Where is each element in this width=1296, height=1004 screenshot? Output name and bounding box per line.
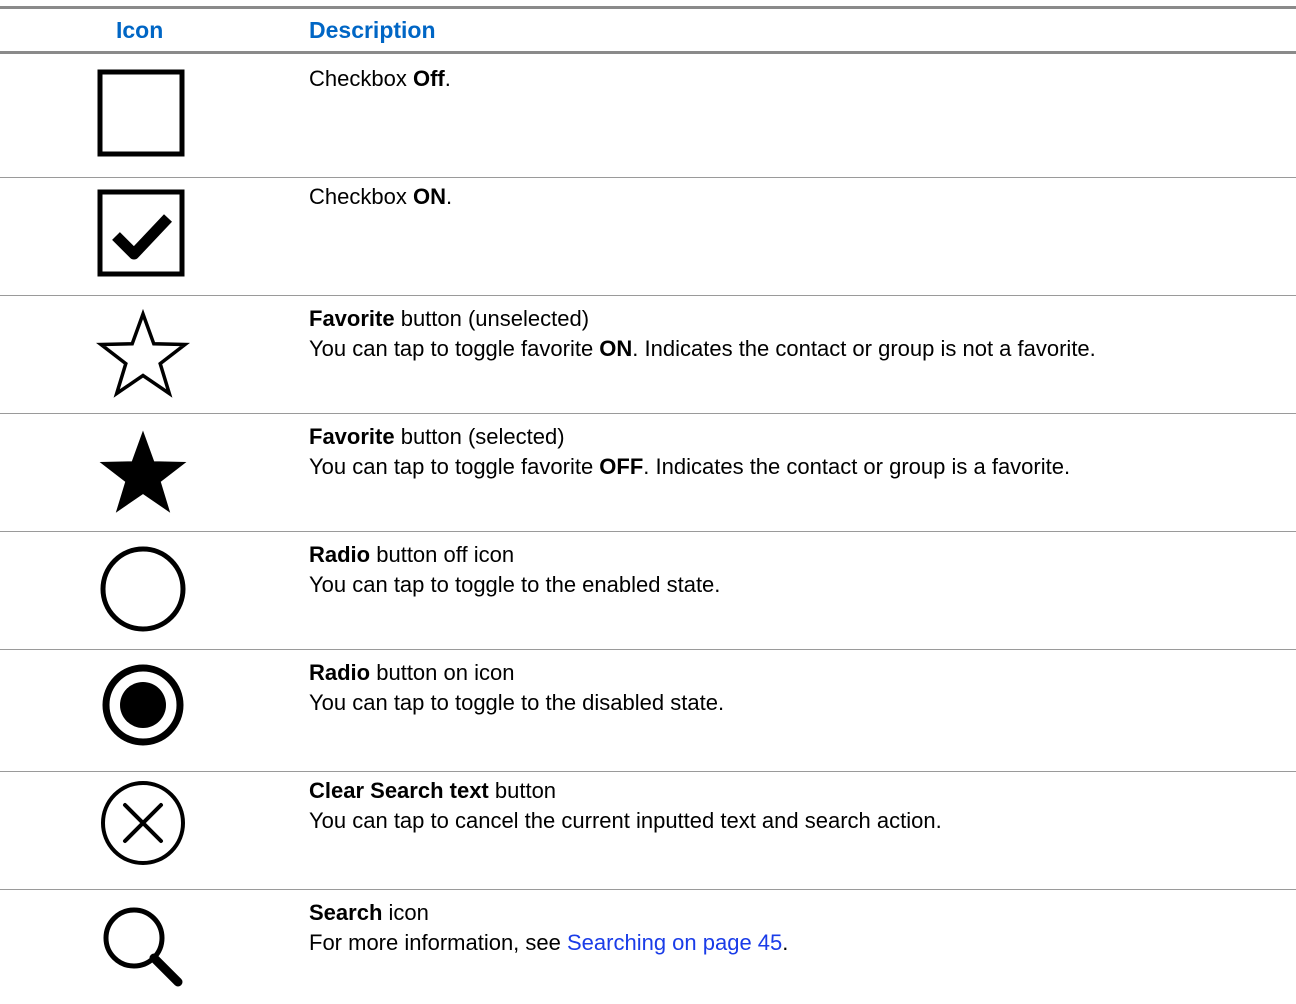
desc-text: You can tap to cancel the current inputt… bbox=[309, 808, 942, 833]
searching-link[interactable]: Searching on page 45 bbox=[567, 930, 782, 955]
desc-bold: Radio bbox=[309, 542, 371, 567]
row-separator bbox=[0, 177, 1296, 178]
desc-bold: Favorite bbox=[309, 306, 395, 331]
desc-text: button on icon bbox=[370, 660, 515, 685]
desc-text: For more information, see bbox=[309, 930, 567, 955]
radio-off-icon bbox=[96, 542, 190, 636]
desc-bold: Clear Search text bbox=[309, 778, 489, 803]
desc-bold: OFF bbox=[599, 454, 644, 479]
desc-text: . bbox=[782, 930, 789, 955]
header-description: Description bbox=[309, 17, 436, 43]
desc-text: button (selected) bbox=[394, 424, 565, 449]
checkbox-off-icon bbox=[96, 68, 190, 162]
row-separator bbox=[0, 295, 1296, 296]
row-checkbox-off-description: Checkbox Off. bbox=[309, 64, 451, 94]
desc-text: button off icon bbox=[370, 542, 515, 567]
desc-text: . Indicates the contact or group is not … bbox=[632, 336, 1096, 361]
desc-bold: ON bbox=[412, 184, 446, 209]
row-separator bbox=[0, 889, 1296, 890]
desc-bold: Radio bbox=[309, 660, 371, 685]
checkbox-on-icon bbox=[96, 188, 190, 282]
header-rule bbox=[0, 51, 1296, 54]
star-outline-icon bbox=[96, 306, 190, 400]
desc-text: . Indicates the contact or group is a fa… bbox=[643, 454, 1071, 479]
row-radio-off-description: Radio button off icon You can tap to tog… bbox=[309, 540, 720, 600]
desc-text: . bbox=[444, 66, 451, 91]
desc-text: You can tap to toggle favorite bbox=[309, 336, 600, 361]
row-radio-on-description: Radio button on icon You can tap to togg… bbox=[309, 658, 724, 718]
radio-on-icon bbox=[96, 658, 190, 752]
row-separator bbox=[0, 531, 1296, 532]
desc-text: Checkbox bbox=[309, 66, 413, 91]
row-separator bbox=[0, 413, 1296, 414]
row-favorite-selected-description: Favorite button (selected) You can tap t… bbox=[309, 422, 1070, 482]
desc-bold: Off bbox=[412, 66, 445, 91]
desc-bold: Search bbox=[309, 900, 383, 925]
desc-bold: Favorite bbox=[309, 424, 395, 449]
desc-text: You can tap to toggle to the disabled st… bbox=[309, 690, 725, 715]
clear-search-icon bbox=[96, 776, 190, 870]
search-icon bbox=[96, 900, 190, 994]
row-clear-search-description: Clear Search text button You can tap to … bbox=[309, 776, 942, 836]
desc-text: You can tap to toggle to the enabled sta… bbox=[309, 572, 721, 597]
desc-text: button bbox=[488, 778, 557, 803]
row-checkbox-on-description: Checkbox ON. bbox=[309, 182, 452, 212]
desc-text: You can tap to toggle favorite bbox=[309, 454, 600, 479]
star-filled-icon bbox=[96, 424, 190, 518]
desc-text: Checkbox bbox=[309, 184, 413, 209]
row-search-description: Search icon For more information, see Se… bbox=[309, 898, 788, 958]
desc-bold: ON bbox=[599, 336, 633, 361]
desc-text: button (unselected) bbox=[394, 306, 590, 331]
row-favorite-unselected-description: Favorite button (unselected) You can tap… bbox=[309, 304, 1096, 364]
header-icon: Icon bbox=[116, 17, 164, 43]
row-separator bbox=[0, 649, 1296, 650]
table-header: Icon Description bbox=[0, 9, 1296, 52]
desc-text: . bbox=[445, 184, 453, 209]
desc-text: icon bbox=[382, 900, 429, 925]
row-separator bbox=[0, 771, 1296, 772]
